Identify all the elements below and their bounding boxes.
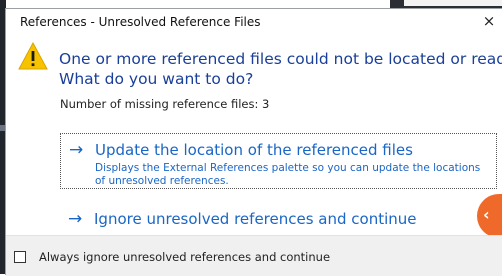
arrow-right-icon: → [68, 209, 83, 229]
update-location-option[interactable]: → Update the location of the referenced … [60, 133, 497, 189]
dialog-footer: Always ignore unresolved references and … [6, 235, 502, 276]
warning-icon [18, 41, 48, 74]
message-line-1: One or more referenced files could not b… [59, 50, 502, 68]
message-line-2: What do you want to do? [59, 70, 254, 88]
unresolved-references-dialog: References - Unresolved Reference Files … [5, 8, 502, 276]
message-heading: One or more referenced files could not b… [59, 49, 502, 89]
background-app-panel [404, 0, 502, 6]
always-ignore-checkbox[interactable] [14, 251, 26, 263]
missing-count-text: Number of missing reference files: 3 [60, 97, 270, 111]
background-app-top [390, 0, 502, 8]
chevron-left-icon: ‹ [483, 205, 490, 224]
arrow-right-icon: → [69, 140, 84, 160]
always-ignore-label[interactable]: Always ignore unresolved references and … [39, 250, 330, 264]
dialog-title: References - Unresolved Reference Files [20, 15, 261, 29]
ignore-references-label: Ignore unresolved references and continu… [94, 210, 417, 228]
update-location-label: Update the location of the referenced fi… [95, 141, 413, 159]
close-button[interactable]: × [481, 12, 497, 30]
ignore-references-option[interactable]: → Ignore unresolved references and conti… [60, 203, 497, 235]
title-bar[interactable]: References - Unresolved Reference Files … [6, 9, 502, 35]
update-location-description: Displays the External References palette… [95, 162, 481, 187]
